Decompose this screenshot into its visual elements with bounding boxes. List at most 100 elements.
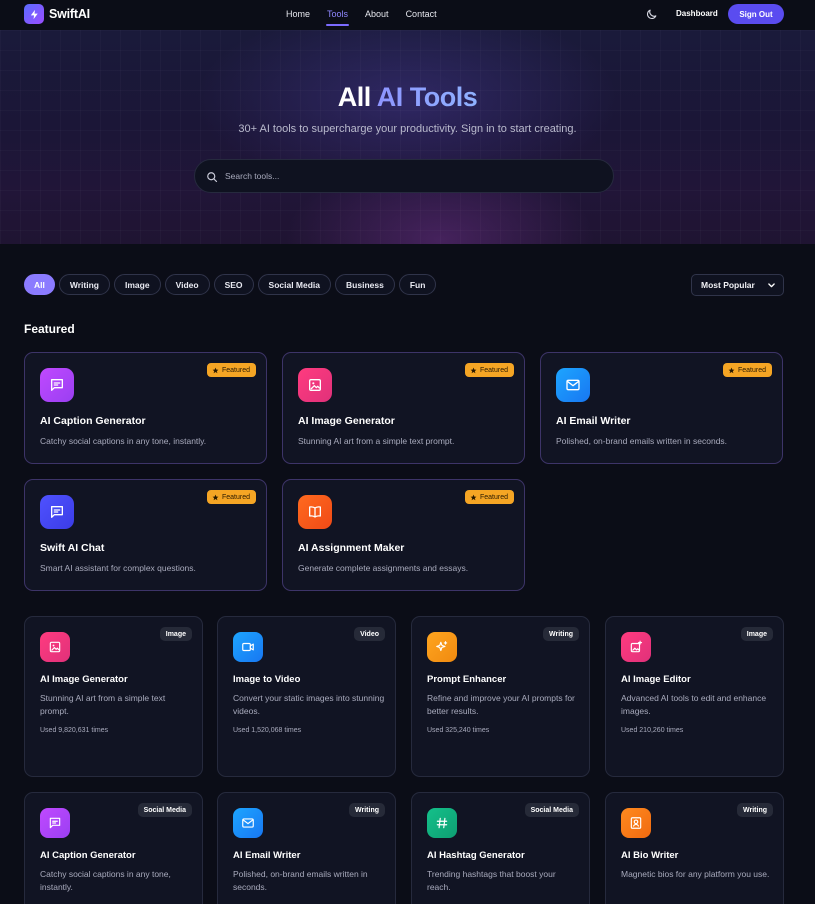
dashboard-link[interactable]: Dashboard	[676, 9, 718, 18]
bolt-icon	[24, 4, 44, 24]
message-icon	[40, 495, 74, 529]
category-tag: Writing	[543, 627, 579, 641]
filter-writing[interactable]: Writing	[58, 274, 110, 295]
featured-badge: Featured	[206, 490, 256, 504]
tool-card[interactable]: Writing Prompt Enhancer Refine and impro…	[411, 616, 590, 777]
featured-card[interactable]: Featured AI Email Writer Polished, on-br…	[540, 352, 783, 464]
featured-badge-label: Featured	[479, 493, 508, 501]
message-icon	[40, 808, 70, 838]
tool-card[interactable]: Image AI Image Generator Stunning AI art…	[24, 616, 203, 777]
usage-count: Used 325,240 times	[427, 727, 490, 734]
page-title: All AI Tools	[0, 82, 815, 113]
tool-card[interactable]: Writing AI Email Writer Polished, on-bra…	[217, 792, 396, 904]
usage-count: Used 9,820,631 times	[40, 727, 109, 734]
mail-icon	[556, 368, 590, 402]
card-description: Stunning AI art from a simple text promp…	[298, 436, 455, 446]
card-title: Image to Video	[233, 674, 301, 685]
hash-icon	[427, 808, 457, 838]
book-icon	[298, 495, 332, 529]
message-icon	[40, 368, 74, 402]
card-description: Stunning AI art from a simple text promp…	[40, 693, 166, 716]
card-title: AI Caption Generator	[40, 850, 136, 861]
tool-card[interactable]: Writing AI Bio Writer Magnetic bios for …	[605, 792, 784, 904]
brand-name: SwiftAI	[49, 7, 90, 21]
tool-card[interactable]: Social Media AI Hashtag Generator Trendi…	[411, 792, 590, 904]
category-tag: Writing	[349, 803, 385, 817]
featured-badge-label: Featured	[479, 366, 508, 374]
chevron-down-icon	[767, 281, 776, 290]
card-description: Advanced AI tools to edit and enhance im…	[621, 693, 767, 716]
featured-badge-label: Featured	[221, 493, 250, 501]
search-input[interactable]	[225, 160, 595, 192]
card-description: Polished, on-brand emails written in sec…	[556, 436, 728, 446]
featured-card[interactable]: Featured AI Caption Generator Catchy soc…	[24, 352, 267, 464]
image-edit-icon	[621, 632, 651, 662]
card-description: Polished, on-brand emails written in sec…	[233, 869, 368, 892]
card-description: Catchy social captions in any tone, inst…	[40, 436, 207, 446]
filter-social-media[interactable]: Social Media	[257, 274, 332, 295]
sparkles-icon	[427, 632, 457, 662]
category-tag: Image	[740, 627, 773, 641]
category-tag: Image	[159, 627, 192, 641]
category-filters: All Writing Image Video SEO Social Media…	[24, 274, 437, 295]
tool-card[interactable]: Image AI Image Editor Advanced AI tools …	[605, 616, 784, 777]
moon-icon[interactable]	[645, 8, 658, 21]
hero-subtitle: 30+ AI tools to supercharge your product…	[238, 123, 577, 135]
card-description: Generate complete assignments and essays…	[298, 563, 469, 573]
card-title: AI Assignment Maker	[298, 542, 405, 554]
filter-image[interactable]: Image	[114, 274, 161, 295]
card-title: AI Email Writer	[556, 415, 631, 427]
card-title: AI Image Generator	[298, 415, 395, 427]
nav-contact[interactable]: Contact	[406, 9, 437, 19]
card-description: Catchy social captions in any tone, inst…	[40, 869, 171, 892]
featured-badge: Featured	[464, 490, 514, 504]
title-plain: All	[337, 82, 377, 112]
filter-seo[interactable]: SEO	[213, 274, 254, 295]
card-description: Magnetic bios for any platform you use.	[621, 869, 770, 879]
featured-card[interactable]: Featured AI Image Generator Stunning AI …	[282, 352, 525, 464]
category-tag: Video	[354, 627, 385, 641]
filter-business[interactable]: Business	[335, 274, 395, 295]
featured-heading: Featured	[24, 322, 75, 336]
video-icon	[233, 632, 263, 662]
card-title: AI Image Editor	[621, 674, 691, 685]
nav-tools[interactable]: Tools	[326, 9, 350, 26]
card-title: Swift AI Chat	[40, 542, 105, 554]
nav-home[interactable]: Home	[286, 9, 310, 19]
star-icon	[470, 494, 477, 500]
filter-all[interactable]: All	[24, 274, 55, 295]
filter-fun[interactable]: Fun	[398, 274, 437, 295]
category-tag: Writing	[737, 803, 773, 817]
category-tag: Social Media	[137, 803, 192, 817]
card-title: AI Email Writer	[233, 850, 301, 861]
mail-icon	[233, 808, 263, 838]
category-tag: Social Media	[524, 803, 579, 817]
card-title: AI Bio Writer	[621, 850, 679, 861]
card-title: Prompt Enhancer	[427, 674, 507, 685]
star-icon	[728, 367, 735, 373]
sort-value: Most Popular	[701, 280, 755, 290]
card-description: Refine and improve your AI prompts for b…	[427, 693, 575, 716]
sort-select[interactable]: Most Popular	[691, 274, 784, 296]
featured-card[interactable]: Featured Swift AI Chat Smart AI assistan…	[24, 479, 267, 591]
featured-badge-label: Featured	[221, 366, 250, 374]
card-title: AI Image Generator	[40, 674, 128, 685]
tool-card[interactable]: Video Image to Video Convert your static…	[217, 616, 396, 777]
usage-count: Used 210,260 times	[621, 727, 684, 734]
star-icon	[212, 494, 219, 500]
nav-about[interactable]: About	[365, 9, 389, 19]
featured-card[interactable]: Featured AI Assignment Maker Generate co…	[282, 479, 525, 591]
featured-badge-label: Featured	[737, 366, 766, 374]
usage-count: Used 1,520,068 times	[233, 727, 302, 734]
tool-card[interactable]: Social Media AI Caption Generator Catchy…	[24, 792, 203, 904]
card-title: AI Caption Generator	[40, 415, 146, 427]
card-description: Convert your static images into stunning…	[233, 693, 385, 716]
featured-badge: Featured	[722, 363, 772, 377]
top-nav: SwiftAI Home Tools About Contact Dashboa…	[0, 0, 815, 30]
brand-logo[interactable]: SwiftAI	[24, 4, 90, 24]
sign-out-button[interactable]: Sign Out	[728, 4, 784, 24]
nav-links: Home Tools About Contact	[286, 9, 437, 26]
filter-video[interactable]: Video	[164, 274, 210, 295]
search-bar	[194, 159, 614, 193]
card-description: Trending hashtags that boost your reach.	[427, 869, 556, 892]
